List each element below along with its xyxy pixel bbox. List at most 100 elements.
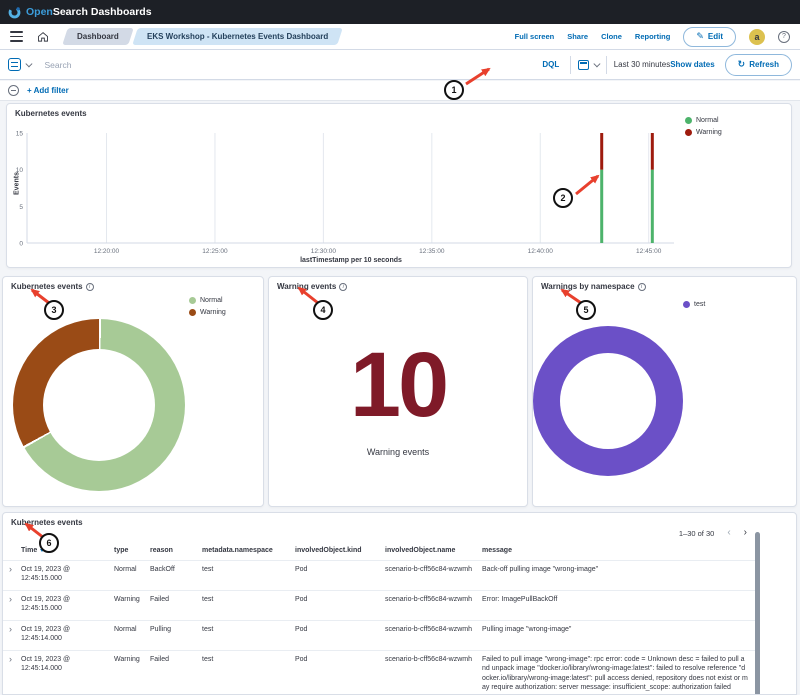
brand-text: OpenSearchDashboards — [26, 6, 152, 18]
pencil-icon: ✎ — [696, 32, 704, 41]
svg-text:15: 15 — [16, 131, 24, 138]
info-icon[interactable]: i — [86, 283, 94, 291]
warning-legend-dot — [189, 309, 196, 316]
legend-item-test[interactable]: test — [683, 301, 705, 308]
cell-reason: Pulling — [150, 625, 202, 646]
cell-kind: Pod — [295, 655, 385, 693]
cell-reason: Failed — [150, 595, 202, 616]
events-histogram-chart: 12:20:00 12:25:00 12:30:00 12:35:00 12:40:00… — [7, 125, 793, 265]
filter-options-icon[interactable] — [8, 85, 19, 96]
donut-hole — [560, 353, 656, 449]
cell-time: Oct 19, 2023 @ 12:45:15.000 — [21, 595, 114, 616]
clone-link[interactable]: Clone — [601, 32, 622, 41]
info-icon[interactable]: i — [638, 283, 646, 291]
nav-bar: Dashboard EKS Workshop - Kubernetes Even… — [0, 24, 800, 50]
refresh-icon: ↻ — [738, 60, 746, 69]
namespace-legend: test — [683, 301, 705, 308]
events-table: Time type reason metadata.namespace invo… — [3, 543, 756, 695]
add-filter-link[interactable]: + Add filter — [27, 86, 69, 95]
histogram-bar-warning[interactable] — [651, 133, 654, 170]
svg-text:12:20:00: 12:20:00 — [94, 248, 120, 255]
avatar[interactable]: a — [749, 29, 765, 45]
table-row: › Oct 19, 2023 @ 12:45:14.000 Normal Pul… — [3, 620, 756, 650]
legend-item-normal[interactable]: Normal — [189, 297, 226, 304]
divider — [570, 56, 571, 74]
edit-button[interactable]: ✎Edit — [683, 27, 736, 47]
warning-events-metric-panel: Warning eventsi 10 Warning events — [268, 276, 528, 507]
namespace-donut-chart[interactable] — [533, 326, 683, 476]
expand-row-icon[interactable]: › — [9, 625, 21, 646]
cell-message: Error: ImagePullBackOff — [482, 595, 756, 616]
kubernetes-events-histogram-panel: Kubernetes events 12:20:0012:25:0012:30:… — [6, 103, 792, 268]
column-header-namespace: metadata.namespace — [202, 546, 295, 556]
refresh-button[interactable]: ↻Refresh — [725, 54, 792, 76]
saved-query-chevron-down-icon[interactable] — [26, 61, 32, 67]
svg-text:12:35:00: 12:35:00 — [419, 248, 445, 255]
time-range-value[interactable]: Last 30 minutes — [614, 60, 670, 69]
calendar-icon — [578, 60, 589, 70]
expand-row-icon[interactable]: › — [9, 595, 21, 616]
calendar-chevron-down-icon — [594, 61, 600, 67]
table-row: › Oct 19, 2023 @ 12:45:14.000 Warning Fa… — [3, 650, 756, 695]
next-page-icon[interactable]: › — [744, 528, 747, 538]
kubernetes-events-table-panel: Kubernetes events 1–30 of 30 ‹ › Time ty… — [2, 512, 797, 695]
column-header-reason: reason — [150, 546, 202, 556]
breadcrumb-current-dashboard[interactable]: EKS Workshop - Kubernetes Events Dashboa… — [132, 28, 343, 45]
saved-query-icon[interactable] — [8, 58, 21, 71]
test-legend-dot — [683, 301, 690, 308]
annotation-circle-6: 6 — [39, 533, 59, 553]
svg-text:0: 0 — [19, 241, 23, 248]
search-input[interactable] — [45, 60, 539, 70]
opensearch-dashboards-page: OpenSearchDashboards Dashboard EKS Works… — [0, 0, 800, 695]
histogram-bar-normal[interactable] — [600, 170, 603, 243]
y-axis-label: Events — [14, 159, 21, 209]
full-screen-link[interactable]: Full screen — [515, 32, 555, 41]
cell-kind: Pod — [295, 595, 385, 616]
histogram-bar-normal[interactable] — [651, 170, 654, 243]
legend-item-warning[interactable]: Warning — [685, 129, 722, 136]
cell-name: scenario-b-cff56c84-wzwmh — [385, 565, 482, 586]
previous-page-icon[interactable]: ‹ — [727, 528, 730, 538]
kubernetes-events-donut-panel: Kubernetes eventsi Normal Warning — [2, 276, 264, 507]
panel-title: Warnings by namespacei — [541, 282, 646, 291]
table-row: › Oct 19, 2023 @ 12:45:15.000 Warning Fa… — [3, 590, 756, 620]
annotation-circle-5: 5 — [576, 300, 596, 320]
svg-text:12:40:00: 12:40:00 — [528, 248, 554, 255]
cell-type: Normal — [114, 625, 150, 646]
histogram-bar-warning[interactable] — [600, 133, 603, 170]
divider — [606, 56, 607, 74]
reporting-link[interactable]: Reporting — [635, 32, 670, 41]
table-scrollbar[interactable] — [755, 532, 760, 695]
expand-row-icon[interactable]: › — [9, 655, 21, 693]
svg-text:12:30:00: 12:30:00 — [311, 248, 337, 255]
share-link[interactable]: Share — [567, 32, 588, 41]
help-icon[interactable]: ? — [778, 31, 790, 43]
menu-hamburger-icon[interactable] — [10, 31, 23, 41]
cell-message: Pulling image "wrong-image" — [482, 625, 756, 646]
events-donut-chart[interactable] — [13, 319, 185, 491]
expand-row-icon[interactable]: › — [9, 565, 21, 586]
cell-kind: Pod — [295, 565, 385, 586]
panel-title: Warning eventsi — [277, 282, 347, 291]
cell-kind: Pod — [295, 625, 385, 646]
legend-item-normal[interactable]: Normal — [685, 117, 722, 124]
svg-text:12:45:00: 12:45:00 — [636, 248, 662, 255]
normal-legend-dot — [189, 297, 196, 304]
panel-title: Kubernetes events — [11, 518, 83, 527]
show-dates-link[interactable]: Show dates — [670, 60, 714, 69]
column-header-type: type — [114, 546, 150, 556]
column-header-time[interactable]: Time — [21, 546, 114, 556]
info-icon[interactable]: i — [339, 283, 347, 291]
cell-name: scenario-b-cff56c84-wzwmh — [385, 595, 482, 616]
svg-text:12:25:00: 12:25:00 — [202, 248, 228, 255]
opensearch-logo[interactable]: OpenSearchDashboards — [8, 6, 152, 19]
metric-label: Warning events — [269, 447, 527, 457]
home-icon[interactable] — [37, 31, 49, 43]
dql-selector[interactable]: DQL — [542, 60, 559, 69]
annotation-circle-2: 2 — [553, 188, 573, 208]
annotation-circle-4: 4 — [313, 300, 333, 320]
breadcrumb-dashboard[interactable]: Dashboard — [62, 28, 133, 45]
warning-legend-dot — [685, 129, 692, 136]
date-picker-button[interactable] — [578, 60, 599, 70]
legend-item-warning[interactable]: Warning — [189, 309, 226, 316]
